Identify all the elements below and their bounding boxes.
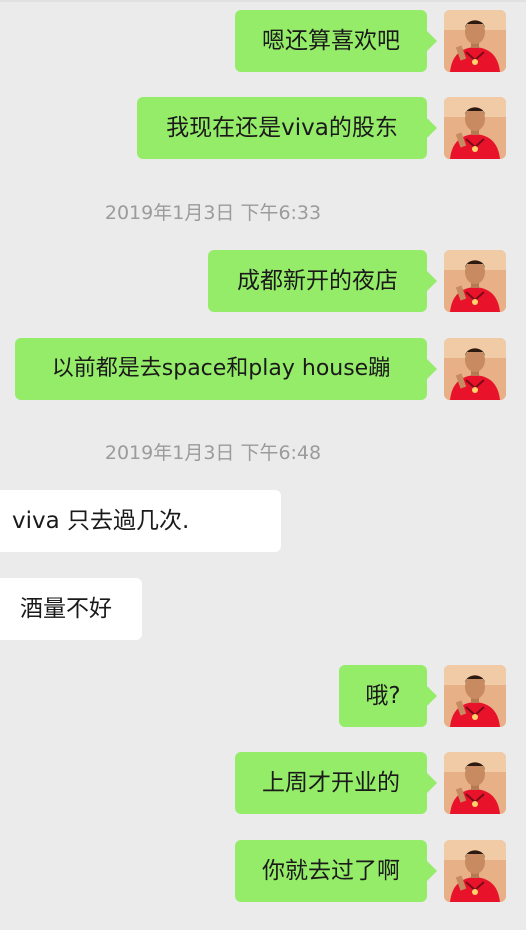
timestamp: 2019年1月3日 下午6:33 <box>104 202 322 224</box>
chat-bubble-sent[interactable]: 你就去过了啊 <box>235 840 437 902</box>
chat-bubble-sent[interactable]: 上周才开业的 <box>235 752 437 814</box>
chat-bubble-received[interactable]: viva 只去過几次. <box>0 490 281 552</box>
top-divider <box>0 0 526 2</box>
user-avatar[interactable] <box>444 338 506 400</box>
chat-bubble-sent[interactable]: 成都新开的夜店 <box>208 250 437 312</box>
user-avatar[interactable] <box>444 250 506 312</box>
timestamp: 2019年1月3日 下午6:48 <box>104 442 322 464</box>
chat-bubble-sent[interactable]: 哦? <box>339 665 437 727</box>
chat-bubble-sent[interactable]: 以前都是去space和play house蹦 <box>15 338 437 400</box>
user-avatar[interactable] <box>444 665 506 727</box>
chat-bubble-sent[interactable]: 嗯还算喜欢吧 <box>235 10 437 72</box>
chat-bubble-received[interactable]: 酒量不好 <box>0 578 142 640</box>
user-avatar[interactable] <box>444 840 506 902</box>
user-avatar[interactable] <box>444 10 506 72</box>
user-avatar[interactable] <box>444 97 506 159</box>
user-avatar[interactable] <box>444 752 506 814</box>
chat-bubble-sent[interactable]: 我现在还是viva的股东 <box>137 97 437 159</box>
